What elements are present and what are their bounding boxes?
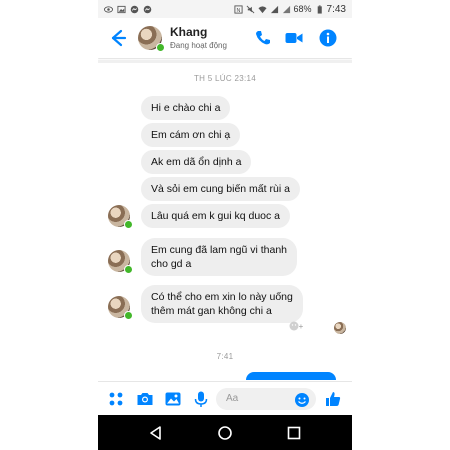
clock: 7:43 (326, 3, 346, 15)
message-bubble[interactable]: Em cám ơn chi ạ (141, 123, 241, 147)
video-call-icon[interactable] (284, 28, 304, 48)
message-bubble[interactable]: Hi e chào chi a (141, 96, 231, 120)
signal-icon (282, 5, 290, 13)
wifi-icon (257, 5, 267, 13)
message-bubble[interactable]: Lâu quá em k gui kq duoc a (141, 204, 291, 228)
svg-text:N: N (236, 7, 240, 13)
timestamp: TH 5 LÚC 23:14 (193, 74, 256, 83)
add-reaction-icon[interactable]: + (288, 320, 304, 332)
timestamp: 7:41 (216, 352, 234, 361)
recents-icon[interactable] (286, 425, 302, 441)
phone-call-icon[interactable] (253, 28, 273, 48)
contact-name[interactable]: Khang (170, 25, 207, 39)
mute-icon (246, 5, 254, 13)
messenger-notification-icon (130, 5, 139, 13)
back-icon[interactable] (148, 425, 164, 441)
microphone-icon[interactable] (192, 390, 210, 408)
header-divider (98, 60, 352, 63)
message-bubble[interactable]: Có thể cho em xin lo này uống thêm mát g… (141, 285, 303, 323)
back-arrow-icon[interactable] (106, 27, 128, 49)
home-icon[interactable] (217, 425, 233, 441)
svg-text:+: + (299, 322, 304, 331)
outgoing-message-bubble[interactable] (246, 372, 336, 380)
message-bubble[interactable]: Ak em dã ổn dịnh a (141, 150, 252, 174)
conversation-header: Khang Đang hoạt động (98, 18, 352, 58)
seen-avatar (334, 322, 346, 334)
gallery-icon[interactable] (164, 390, 182, 408)
online-indicator (156, 43, 165, 52)
phone-screen: N 68% 7:43 Khang Đang hoạt động TH 5 LÚC… (98, 0, 352, 450)
nfc-icon: N (233, 4, 243, 13)
messenger-notification-icon (143, 5, 152, 13)
message-bubble[interactable]: Em cung đã lam ngũ vi thanh cho gd a (141, 238, 297, 276)
info-icon[interactable] (318, 28, 338, 48)
signal-icon (270, 5, 278, 13)
eye-icon (104, 5, 113, 13)
online-indicator (124, 311, 133, 320)
online-indicator (124, 265, 133, 274)
navigation-bar (98, 415, 352, 450)
message-input-placeholder: Aa (226, 393, 239, 404)
online-indicator (124, 220, 133, 229)
like-icon[interactable] (324, 390, 342, 408)
battery-icon (317, 4, 322, 14)
contact-status: Đang hoạt động (170, 41, 227, 50)
message-composer: Aa (98, 381, 352, 416)
status-bar: N 68% 7:43 (98, 0, 352, 18)
battery-percent: 68% (293, 4, 312, 14)
emoji-icon[interactable] (294, 392, 310, 408)
image-icon (117, 5, 126, 13)
camera-icon[interactable] (136, 390, 154, 408)
message-bubble[interactable]: Và sỏi em cung biến mất rùi a (141, 177, 300, 201)
more-options-icon[interactable] (107, 390, 125, 408)
